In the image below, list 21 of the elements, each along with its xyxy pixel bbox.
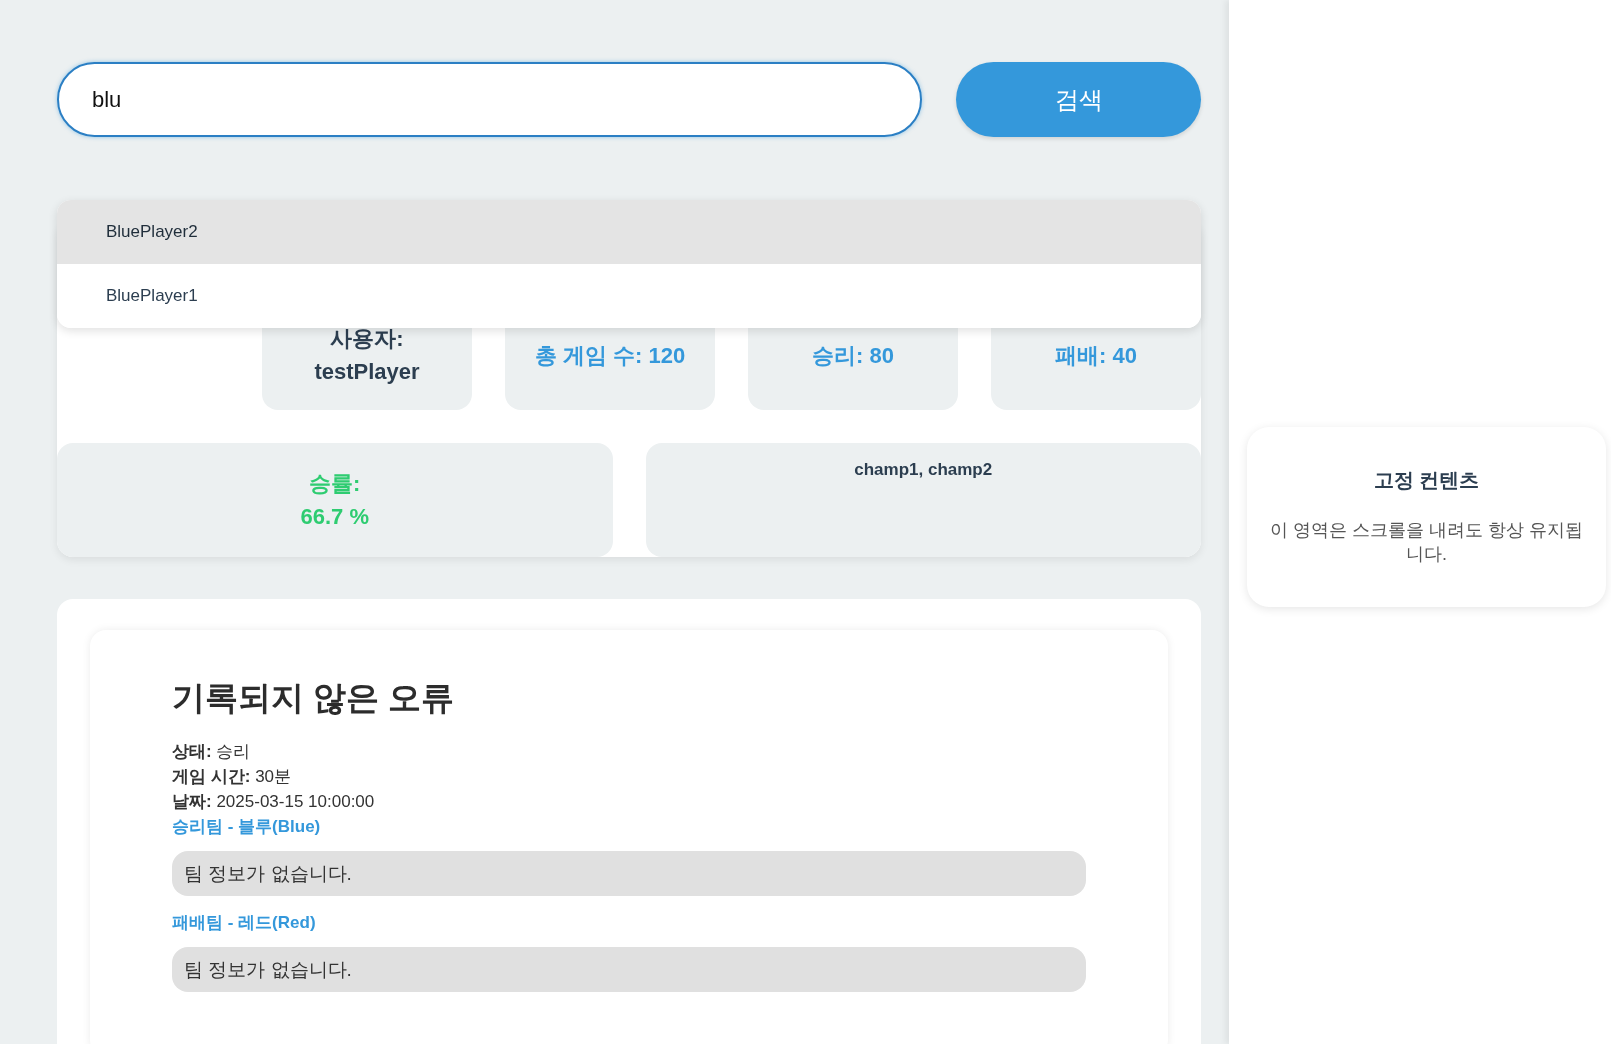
stat-text: 66.7 % [300, 503, 369, 531]
match-title: 기록되지 않은 오류 [172, 678, 456, 718]
fixed-card-title: 고정 컨텐츠 [1372, 468, 1481, 493]
suggestion-item[interactable]: BluePlayer2 [57, 200, 1201, 264]
team-heading: 승리팀 - 블루(Blue) [172, 816, 322, 838]
fixed-card-text: 이 영역은 스크롤을 내려도 항상 유지됩니다. [1269, 519, 1584, 567]
stat-text: 패배: 40 [1055, 342, 1137, 370]
team-heading: 패배팀 - 레드(Red) [172, 912, 317, 934]
team-info: 팀 정보가 없습니다. [172, 851, 1086, 896]
stat-text: 총 게임 수: 120 [534, 342, 686, 370]
match-field: 상태: 승리 [172, 739, 1086, 764]
stat-text: testPlayer [314, 358, 420, 386]
champion-list: champ1, champ2 [854, 457, 993, 483]
match-field: 날짜: 2025-03-15 10:00:00 [172, 789, 1086, 814]
stat-text: 사용자: [330, 325, 404, 353]
stat-text: 승리: 80 [812, 342, 894, 370]
match-field: 게임 시간: 30분 [172, 764, 1086, 789]
suggestion-item[interactable]: BluePlayer1 [57, 264, 1201, 328]
stat-text: 승률: [309, 470, 361, 498]
search-field[interactable]: blu [57, 62, 922, 137]
team-info: 팀 정보가 없습니다. [172, 947, 1086, 992]
